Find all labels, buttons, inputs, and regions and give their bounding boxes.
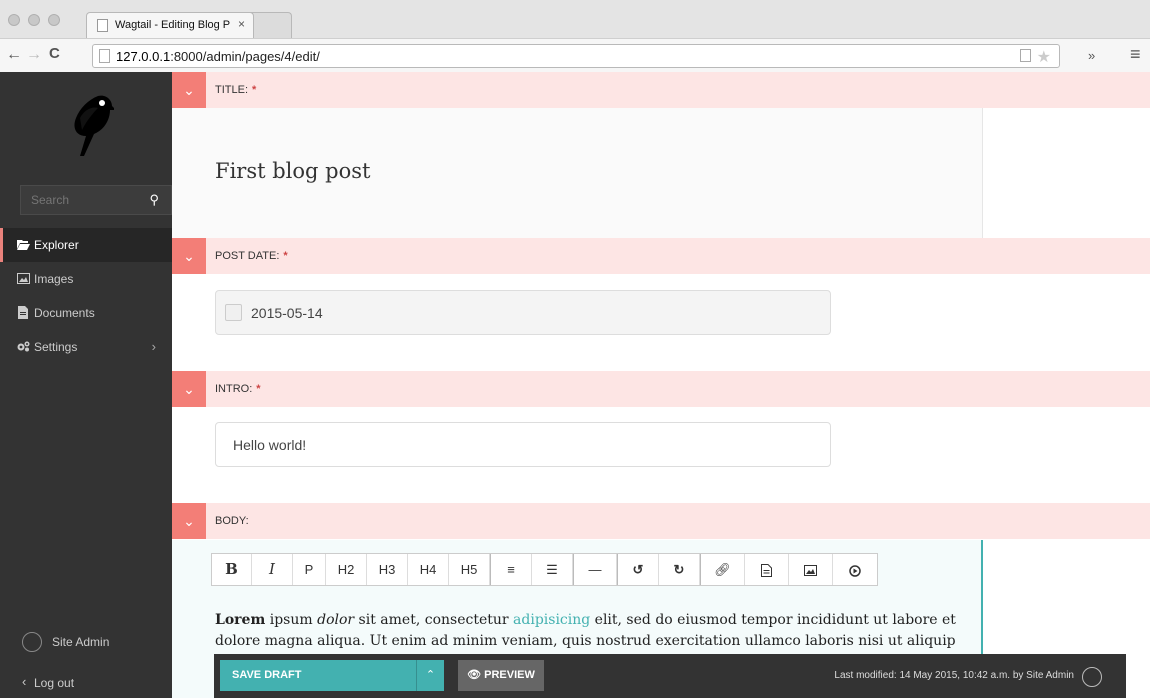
- image-icon: [17, 273, 30, 284]
- link-icon: 🔗︎: [714, 562, 731, 577]
- avatar: [1082, 667, 1102, 687]
- title-field[interactable]: First blog post: [172, 108, 983, 238]
- italic-button[interactable]: I: [252, 554, 293, 585]
- sidebar: ⚲ Explorer Images Documents Settings › S…: [0, 72, 172, 698]
- browser-chrome: Wagtail - Editing Blog Page × ← → C 127.…: [0, 0, 1150, 72]
- eye-icon: 👁︎: [467, 669, 482, 681]
- sidebar-item-label: Documents: [34, 306, 95, 320]
- extensions-icon[interactable]: »: [1088, 48, 1095, 63]
- action-footer: SAVE DRAFT ⌃ 👁︎ PREVIEW Last modified: 1…: [214, 654, 1126, 698]
- field-header-body: ⌄ BODY:: [172, 503, 1150, 539]
- minimize-window-button[interactable]: [28, 14, 40, 26]
- field-label: POST DATE: *: [215, 250, 288, 262]
- bullet-list-button[interactable]: ☰: [532, 554, 573, 585]
- body-link[interactable]: adipisicing: [513, 612, 590, 628]
- reload-icon[interactable]: C: [49, 45, 60, 62]
- logout-link[interactable]: Log out: [34, 676, 74, 690]
- cogs-icon: [17, 341, 30, 352]
- bookmark-star-icon[interactable]: ★: [1037, 47, 1051, 67]
- ordered-list-button[interactable]: ≡: [491, 554, 532, 585]
- redo-icon: ↻: [673, 562, 685, 577]
- intro-input[interactable]: Hello world!: [215, 422, 831, 467]
- folder-open-icon: [17, 240, 30, 250]
- field-header-post-date: ⌄ POST DATE: *: [172, 238, 1150, 274]
- redo-button[interactable]: ↻: [659, 554, 700, 585]
- sidebar-item-label: Explorer: [34, 238, 79, 252]
- ordered-list-icon: ≡: [507, 562, 515, 577]
- intro-value: Hello world!: [233, 437, 307, 453]
- menu-icon[interactable]: ≡: [1130, 44, 1141, 65]
- close-window-button[interactable]: [8, 14, 20, 26]
- back-icon[interactable]: ←: [6, 46, 22, 64]
- last-modified-text: Last modified: 14 May 2015, 10:42 a.m. b…: [834, 670, 1074, 681]
- wagtail-logo[interactable]: [58, 90, 114, 160]
- post-date-value: 2015-05-14: [251, 305, 323, 321]
- chevron-down-icon[interactable]: ⌄: [172, 72, 206, 108]
- title-input[interactable]: First blog post: [215, 159, 370, 183]
- editor-main: ⌄ TITLE: * First blog post ⌄ POST DATE: * …: [172, 72, 1150, 698]
- post-date-input[interactable]: 2015-05-14: [215, 290, 831, 335]
- field-label: TITLE: *: [215, 84, 257, 96]
- sidebar-item-explorer[interactable]: Explorer: [0, 228, 172, 262]
- reader-icon[interactable]: [1020, 49, 1031, 62]
- search-icon[interactable]: ⚲: [149, 192, 159, 208]
- chevron-up-icon[interactable]: ⌃: [416, 660, 444, 691]
- chevron-right-icon: ›: [151, 339, 156, 354]
- embed-icon: [849, 564, 861, 577]
- sidebar-item-label: Images: [34, 272, 74, 286]
- chevron-down-icon[interactable]: ⌄: [172, 238, 206, 274]
- chevron-left-icon: ‹: [22, 674, 27, 689]
- page-icon: [99, 49, 110, 63]
- h5-button[interactable]: H5: [449, 554, 490, 585]
- sidebar-item-documents[interactable]: Documents: [0, 296, 172, 330]
- field-header-title: ⌄ TITLE: *: [172, 72, 1150, 108]
- browser-tab[interactable]: Wagtail - Editing Blog Page ×: [86, 12, 254, 38]
- field-label: BODY:: [215, 515, 249, 527]
- document-link-button[interactable]: [745, 554, 789, 585]
- field-label: INTRO: *: [215, 383, 261, 395]
- sidebar-item-settings[interactable]: Settings ›: [0, 330, 172, 364]
- url-text: 127.0.0.1:8000/admin/pages/4/edit/: [116, 49, 320, 64]
- embed-button[interactable]: [833, 554, 877, 585]
- avatar: [22, 632, 42, 652]
- preview-button[interactable]: 👁︎ PREVIEW: [458, 660, 544, 691]
- image-icon: [804, 565, 817, 577]
- user-name: Site Admin: [52, 635, 110, 649]
- undo-button[interactable]: ↺: [618, 554, 659, 585]
- undo-icon: ↺: [632, 562, 644, 577]
- close-tab-icon[interactable]: ×: [238, 17, 245, 31]
- image-button[interactable]: [789, 554, 833, 585]
- address-bar[interactable]: 127.0.0.1:8000/admin/pages/4/edit/ ★: [92, 44, 1060, 68]
- horizontal-rule-button[interactable]: —: [574, 554, 617, 585]
- tab-bar: Wagtail - Editing Blog Page ×: [0, 0, 1150, 38]
- search-input[interactable]: [31, 193, 131, 207]
- document-icon: [761, 564, 772, 578]
- bullet-list-icon: ☰: [546, 562, 558, 577]
- paragraph-button[interactable]: P: [293, 554, 326, 585]
- bold-button[interactable]: B: [212, 554, 252, 585]
- calendar-icon: [225, 304, 242, 321]
- page-icon: [97, 19, 108, 32]
- chevron-down-icon[interactable]: ⌄: [172, 371, 206, 407]
- document-icon: [18, 306, 28, 319]
- search-box: ⚲: [20, 185, 172, 215]
- h3-button[interactable]: H3: [367, 554, 408, 585]
- h4-button[interactable]: H4: [408, 554, 449, 585]
- link-button[interactable]: 🔗︎: [701, 554, 745, 585]
- save-draft-button[interactable]: SAVE DRAFT: [220, 660, 416, 691]
- sidebar-item-label: Settings: [34, 340, 78, 354]
- chevron-down-icon[interactable]: ⌄: [172, 503, 206, 539]
- field-header-intro: ⌄ INTRO: *: [172, 371, 1150, 407]
- tab-title: Wagtail - Editing Blog Page: [115, 19, 230, 31]
- forward-icon[interactable]: →: [26, 46, 42, 64]
- browser-toolbar: ← → C 127.0.0.1:8000/admin/pages/4/edit/…: [0, 38, 1150, 72]
- zoom-window-button[interactable]: [48, 14, 60, 26]
- sidebar-item-images[interactable]: Images: [0, 262, 172, 296]
- rich-text-toolbar: B I P H2 H3 H4 H5 ≡ ☰ — ↺ ↻ 🔗︎: [211, 553, 878, 586]
- h2-button[interactable]: H2: [326, 554, 367, 585]
